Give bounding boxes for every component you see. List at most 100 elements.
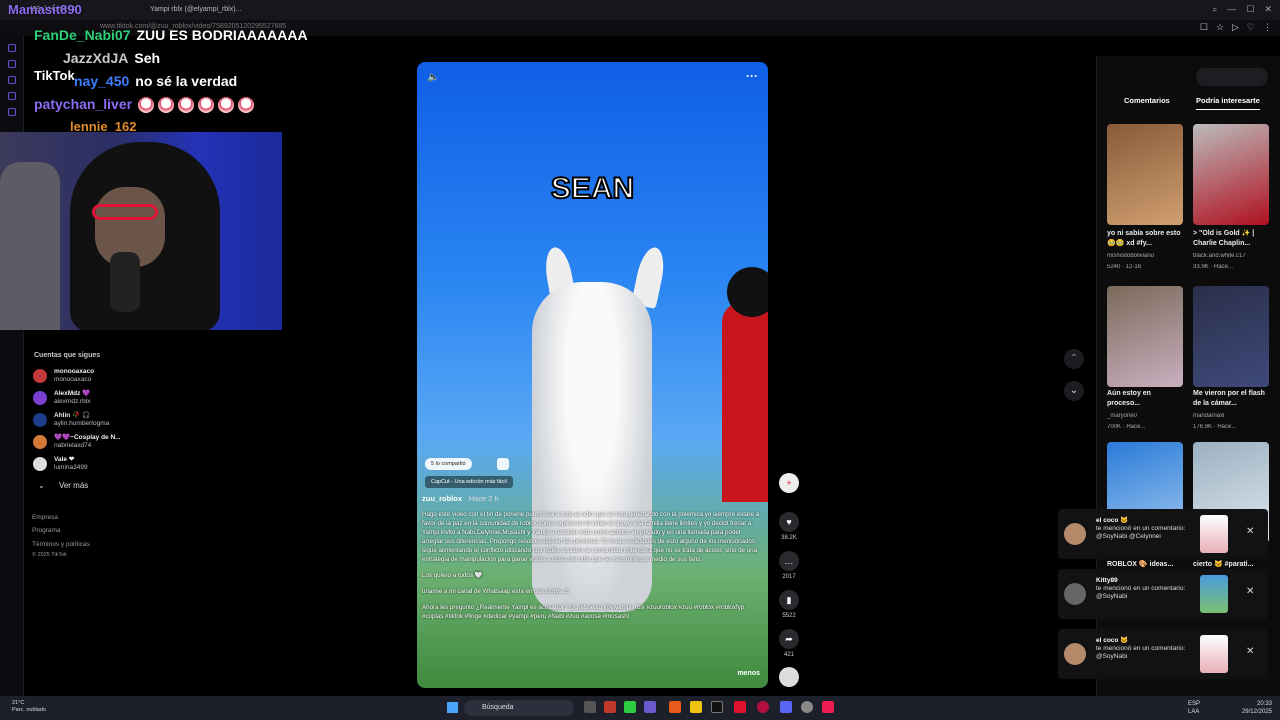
sidebar-icon[interactable] <box>7 44 16 52</box>
chat-username: patychan_liver <box>34 96 133 112</box>
overlay-username: Mamasit890 <box>8 2 82 17</box>
notification-toast[interactable]: Kitty89 te mencionó en un comentario: @So… <box>1058 569 1268 619</box>
notification-toast[interactable]: el coco 🐱 te mencionó en un comentario: @… <box>1058 629 1268 679</box>
comment-button[interactable]: … 2017 <box>778 551 800 580</box>
video-thumbnail[interactable] <box>1193 286 1269 387</box>
tab-might-like[interactable]: Podría interesarte <box>1196 96 1260 110</box>
music-disc[interactable] <box>778 667 800 687</box>
gaming-chair <box>0 162 60 330</box>
app-icon[interactable] <box>734 701 746 713</box>
tiktok-logo[interactable]: TikTok <box>34 68 75 83</box>
following-account[interactable]: 💜💜~Cosplay de N... nabrielaxd74 <box>33 434 121 450</box>
screen: (99+) Home / X Yampi rblx (@elyampi_rblx… <box>0 0 1280 720</box>
following-title: Cuentas que sigues <box>34 352 101 359</box>
star-icon[interactable]: ☆ <box>1216 22 1224 33</box>
minecraft-icon[interactable] <box>624 701 636 713</box>
thumbnail-author[interactable]: mishisitoboliviano <box>1107 253 1183 259</box>
thumbnail-author[interactable]: mandarriaxl <box>1193 413 1269 419</box>
footer-link-company[interactable]: Empresa <box>32 514 58 521</box>
save-count: 5522 <box>782 613 796 619</box>
obs-icon[interactable] <box>801 701 813 713</box>
see-more-button[interactable]: ⌄ Ver más <box>38 481 88 490</box>
maximize-icon[interactable]: ☐ <box>1246 4 1254 15</box>
close-icon[interactable]: ✕ <box>1264 4 1272 15</box>
taskbar-search[interactable]: Búsqueda <box>464 700 574 716</box>
tab-comments[interactable]: Comentarios <box>1124 96 1170 105</box>
x-icon[interactable] <box>711 701 723 713</box>
music-disc-icon <box>779 667 799 687</box>
app-icon[interactable] <box>644 701 656 713</box>
task-view-icon[interactable] <box>584 701 596 713</box>
sidebar-icon[interactable] <box>7 92 16 100</box>
sidebar-icon[interactable] <box>7 108 16 116</box>
search-label: Búsqueda <box>482 704 514 711</box>
close-icon[interactable]: ✕ <box>1246 646 1254 657</box>
brave-icon[interactable] <box>669 701 681 713</box>
following-account[interactable]: Ahlin 🥀 🎧 aylin.humbertogma <box>33 412 109 428</box>
thumbnail-caption[interactable]: yo ni sabía sobre esto 🥹🥹 xd #fy... <box>1107 229 1183 249</box>
share-button[interactable]: ➦ 421 <box>778 629 800 658</box>
thumbnail-author[interactable]: black.and.white.c17 <box>1193 253 1269 259</box>
shared-by-pill[interactable]: 5 lo compartió <box>425 458 472 470</box>
heart-icon[interactable]: ♡ <box>1247 22 1255 33</box>
app-icon[interactable] <box>604 701 616 713</box>
clock[interactable]: 20:33 29/12/2025 <box>1242 700 1272 716</box>
video-description: Hago este video con el fin de ponerle pu… <box>422 510 760 628</box>
bookmark-icon[interactable]: ☐ <box>1200 22 1208 33</box>
play-icon[interactable]: ▷ <box>1232 22 1239 33</box>
video-thumbnail[interactable] <box>1107 286 1183 387</box>
thumbnail-caption[interactable]: > "Old is Gold ✨ | Charlie Chaplin... <box>1193 229 1269 249</box>
thumbnail-author[interactable]: _maryorie0 <box>1107 413 1183 419</box>
more-options-icon[interactable]: ··· <box>746 69 758 83</box>
thumbnail-stats: 33.9K · Hace... <box>1193 264 1234 270</box>
following-account[interactable]: monooaxaco monooaxaco <box>33 368 94 384</box>
volume-icon[interactable]: 🔈 <box>427 72 439 83</box>
close-icon[interactable]: ✕ <box>1246 586 1254 597</box>
author-avatar[interactable]: + <box>778 473 800 493</box>
menu-icon[interactable]: ⋮ <box>1263 22 1272 33</box>
previous-video-button[interactable]: ⌃ <box>1064 349 1084 369</box>
minimize-icon[interactable]: — <box>1227 4 1236 15</box>
clock-date: 29/12/2025 <box>1241 709 1272 715</box>
discord-icon[interactable] <box>780 701 792 713</box>
account-handle: monooaxaco <box>54 376 92 383</box>
weather-desc: Parc. nublado <box>12 707 46 713</box>
footer-link-program[interactable]: Programa <box>32 527 61 534</box>
less-button[interactable]: menos <box>737 670 760 677</box>
file-explorer-icon[interactable] <box>690 701 702 713</box>
thumbnail-caption[interactable]: Me vieron por el flash de la cámar... <box>1193 389 1269 409</box>
video-player[interactable]: 🔈 ··· SEAN 5 lo compartió CapCut - Una e… <box>417 62 768 688</box>
account-name: Ahlin 🥀 🎧 <box>54 412 91 419</box>
opera-icon[interactable] <box>757 701 769 713</box>
capcut-link[interactable]: CapCut - Una edición más fácil <box>425 476 513 488</box>
header-controls[interactable] <box>1196 68 1268 86</box>
following-account[interactable]: Vale ❤ lumina3499 <box>33 456 88 472</box>
footer-link-terms[interactable]: Términos y políticas <box>32 541 90 548</box>
language-indicator[interactable]: ESP LAA <box>1188 700 1200 716</box>
like-button[interactable]: ♥ 38.2K <box>778 512 800 541</box>
video-thumbnail[interactable] <box>1193 124 1269 225</box>
account-handle: lumina3499 <box>54 464 88 471</box>
account-name: AlexMdz 💜 <box>54 390 91 397</box>
weather-widget[interactable]: 21°C Parc. nublado <box>12 700 46 714</box>
thumbnail-caption[interactable]: Aún estoy en proceso... <box>1107 389 1183 409</box>
account-name: monooaxaco <box>54 368 95 375</box>
tab-tiktok[interactable]: Yampi rblx (@elyampi_rblx)... <box>150 3 241 17</box>
save-button[interactable]: ▮ 5522 <box>778 590 800 619</box>
sidebar-icon[interactable] <box>7 60 16 68</box>
following-account[interactable]: AlexMdz 💜 alexmdz.rblx <box>33 390 90 406</box>
avatar <box>33 391 47 405</box>
repost-icon[interactable] <box>497 458 509 470</box>
next-video-button[interactable]: ⌄ <box>1064 381 1084 401</box>
notification-thumbnail <box>1200 515 1228 553</box>
sidebar-icon[interactable] <box>7 76 16 84</box>
start-button[interactable] <box>447 702 458 713</box>
video-author[interactable]: zuu_roblox <box>422 494 462 503</box>
video-thumbnail[interactable] <box>1107 124 1183 225</box>
tiktok-icon[interactable] <box>822 701 834 713</box>
close-icon[interactable]: ✕ <box>1246 526 1254 537</box>
chat-text: no sé la verdad <box>135 73 238 89</box>
emote-icon <box>158 97 174 113</box>
notification-toast[interactable]: el coco 🐱 te mencionó en un comentario: @… <box>1058 509 1268 559</box>
search-icon[interactable]: ⌕ <box>1212 4 1217 15</box>
